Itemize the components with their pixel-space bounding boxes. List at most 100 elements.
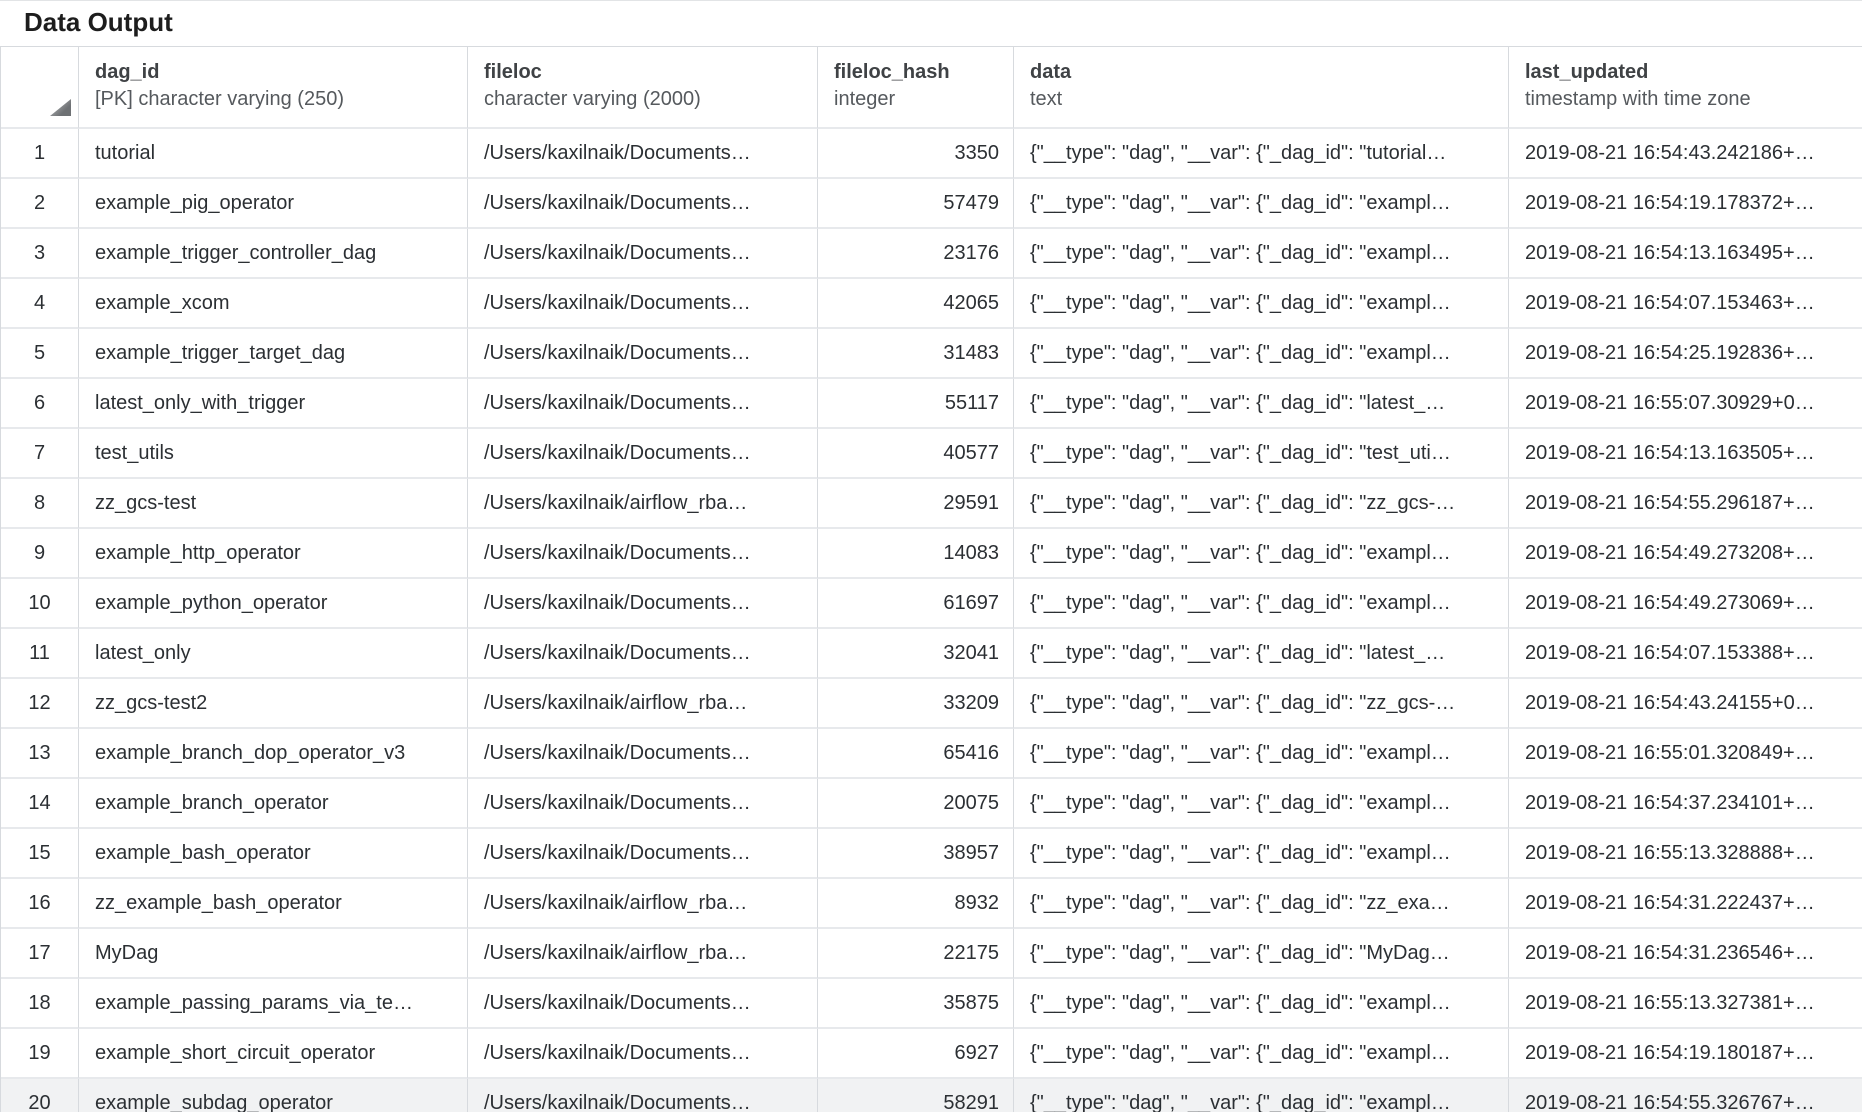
cell-fileloc-hash[interactable]: 6927 bbox=[818, 1029, 1014, 1079]
cell-dag-id[interactable]: zz_gcs-test bbox=[79, 479, 468, 529]
row-number[interactable]: 8 bbox=[1, 479, 79, 529]
row-number[interactable]: 16 bbox=[1, 879, 79, 929]
column-header-fileloc[interactable]: fileloc character varying (2000) bbox=[468, 46, 818, 129]
cell-dag-id[interactable]: zz_example_bash_operator bbox=[79, 879, 468, 929]
cell-dag-id[interactable]: example_subdag_operator bbox=[79, 1079, 468, 1112]
cell-last-updated[interactable]: 2019-08-21 16:54:49.273069+… bbox=[1509, 579, 1862, 629]
cell-dag-id[interactable]: example_pig_operator bbox=[79, 179, 468, 229]
cell-data[interactable]: {"__type": "dag", "__var": {"_dag_id": "… bbox=[1014, 579, 1509, 629]
cell-data[interactable]: {"__type": "dag", "__var": {"_dag_id": "… bbox=[1014, 1079, 1509, 1112]
cell-fileloc[interactable]: /Users/kaxilnaik/Documents… bbox=[468, 229, 818, 279]
cell-dag-id[interactable]: example_short_circuit_operator bbox=[79, 1029, 468, 1079]
cell-dag-id[interactable]: example_passing_params_via_te… bbox=[79, 979, 468, 1029]
cell-last-updated[interactable]: 2019-08-21 16:54:43.242186+… bbox=[1509, 129, 1862, 179]
cell-dag-id[interactable]: example_http_operator bbox=[79, 529, 468, 579]
cell-fileloc[interactable]: /Users/kaxilnaik/Documents… bbox=[468, 1079, 818, 1112]
cell-fileloc-hash[interactable]: 40577 bbox=[818, 429, 1014, 479]
cell-last-updated[interactable]: 2019-08-21 16:54:13.163495+… bbox=[1509, 229, 1862, 279]
cell-dag-id[interactable]: example_branch_operator bbox=[79, 779, 468, 829]
select-all-triangle-icon[interactable] bbox=[50, 99, 71, 116]
row-number[interactable]: 19 bbox=[1, 1029, 79, 1079]
cell-dag-id[interactable]: example_trigger_target_dag bbox=[79, 329, 468, 379]
cell-dag-id[interactable]: tutorial bbox=[79, 129, 468, 179]
cell-data[interactable]: {"__type": "dag", "__var": {"_dag_id": "… bbox=[1014, 779, 1509, 829]
cell-fileloc[interactable]: /Users/kaxilnaik/Documents… bbox=[468, 829, 818, 879]
cell-last-updated[interactable]: 2019-08-21 16:54:25.192836+… bbox=[1509, 329, 1862, 379]
cell-last-updated[interactable]: 2019-08-21 16:55:13.327381+… bbox=[1509, 979, 1862, 1029]
cell-data[interactable]: {"__type": "dag", "__var": {"_dag_id": "… bbox=[1014, 1029, 1509, 1079]
cell-fileloc-hash[interactable]: 3350 bbox=[818, 129, 1014, 179]
row-number[interactable]: 15 bbox=[1, 829, 79, 879]
cell-fileloc[interactable]: /Users/kaxilnaik/Documents… bbox=[468, 129, 818, 179]
select-all-header[interactable] bbox=[1, 46, 79, 129]
row-number[interactable]: 7 bbox=[1, 429, 79, 479]
row-number[interactable]: 20 bbox=[1, 1079, 79, 1112]
cell-data[interactable]: {"__type": "dag", "__var": {"_dag_id": "… bbox=[1014, 929, 1509, 979]
cell-fileloc-hash[interactable]: 33209 bbox=[818, 679, 1014, 729]
row-number[interactable]: 5 bbox=[1, 329, 79, 379]
row-number[interactable]: 1 bbox=[1, 129, 79, 179]
column-header-data[interactable]: data text bbox=[1014, 46, 1509, 129]
cell-data[interactable]: {"__type": "dag", "__var": {"_dag_id": "… bbox=[1014, 329, 1509, 379]
row-number[interactable]: 12 bbox=[1, 679, 79, 729]
cell-fileloc-hash[interactable]: 32041 bbox=[818, 629, 1014, 679]
cell-data[interactable]: {"__type": "dag", "__var": {"_dag_id": "… bbox=[1014, 729, 1509, 779]
row-number[interactable]: 13 bbox=[1, 729, 79, 779]
cell-fileloc[interactable]: /Users/kaxilnaik/Documents… bbox=[468, 579, 818, 629]
cell-last-updated[interactable]: 2019-08-21 16:55:01.320849+… bbox=[1509, 729, 1862, 779]
cell-last-updated[interactable]: 2019-08-21 16:54:55.326767+… bbox=[1509, 1079, 1862, 1112]
cell-dag-id[interactable]: example_branch_dop_operator_v3 bbox=[79, 729, 468, 779]
column-header-fileloc-hash[interactable]: fileloc_hash integer bbox=[818, 46, 1014, 129]
cell-last-updated[interactable]: 2019-08-21 16:54:19.178372+… bbox=[1509, 179, 1862, 229]
column-header-dag-id[interactable]: dag_id [PK] character varying (250) bbox=[79, 46, 468, 129]
cell-data[interactable]: {"__type": "dag", "__var": {"_dag_id": "… bbox=[1014, 979, 1509, 1029]
row-number[interactable]: 10 bbox=[1, 579, 79, 629]
cell-fileloc-hash[interactable]: 35875 bbox=[818, 979, 1014, 1029]
cell-fileloc[interactable]: /Users/kaxilnaik/airflow_rba… bbox=[468, 679, 818, 729]
cell-fileloc-hash[interactable]: 58291 bbox=[818, 1079, 1014, 1112]
cell-fileloc[interactable]: /Users/kaxilnaik/Documents… bbox=[468, 429, 818, 479]
cell-data[interactable]: {"__type": "dag", "__var": {"_dag_id": "… bbox=[1014, 679, 1509, 729]
cell-dag-id[interactable]: example_xcom bbox=[79, 279, 468, 329]
cell-dag-id[interactable]: latest_only bbox=[79, 629, 468, 679]
cell-fileloc-hash[interactable]: 23176 bbox=[818, 229, 1014, 279]
cell-last-updated[interactable]: 2019-08-21 16:54:37.234101+… bbox=[1509, 779, 1862, 829]
cell-fileloc[interactable]: /Users/kaxilnaik/Documents… bbox=[468, 1029, 818, 1079]
row-number[interactable]: 17 bbox=[1, 929, 79, 979]
cell-fileloc[interactable]: /Users/kaxilnaik/airflow_rba… bbox=[468, 479, 818, 529]
cell-fileloc-hash[interactable]: 42065 bbox=[818, 279, 1014, 329]
cell-fileloc[interactable]: /Users/kaxilnaik/Documents… bbox=[468, 379, 818, 429]
cell-data[interactable]: {"__type": "dag", "__var": {"_dag_id": "… bbox=[1014, 129, 1509, 179]
cell-dag-id[interactable]: example_bash_operator bbox=[79, 829, 468, 879]
cell-last-updated[interactable]: 2019-08-21 16:54:49.273208+… bbox=[1509, 529, 1862, 579]
cell-fileloc[interactable]: /Users/kaxilnaik/Documents… bbox=[468, 329, 818, 379]
cell-last-updated[interactable]: 2019-08-21 16:54:31.236546+… bbox=[1509, 929, 1862, 979]
cell-dag-id[interactable]: example_trigger_controller_dag bbox=[79, 229, 468, 279]
cell-data[interactable]: {"__type": "dag", "__var": {"_dag_id": "… bbox=[1014, 379, 1509, 429]
cell-data[interactable]: {"__type": "dag", "__var": {"_dag_id": "… bbox=[1014, 629, 1509, 679]
row-number[interactable]: 14 bbox=[1, 779, 79, 829]
cell-fileloc[interactable]: /Users/kaxilnaik/airflow_rba… bbox=[468, 879, 818, 929]
column-header-last-updated[interactable]: last_updated timestamp with time zone bbox=[1509, 46, 1862, 129]
cell-data[interactable]: {"__type": "dag", "__var": {"_dag_id": "… bbox=[1014, 479, 1509, 529]
cell-last-updated[interactable]: 2019-08-21 16:55:07.30929+0… bbox=[1509, 379, 1862, 429]
row-number[interactable]: 2 bbox=[1, 179, 79, 229]
cell-fileloc[interactable]: /Users/kaxilnaik/Documents… bbox=[468, 279, 818, 329]
row-number[interactable]: 11 bbox=[1, 629, 79, 679]
row-number[interactable]: 3 bbox=[1, 229, 79, 279]
cell-last-updated[interactable]: 2019-08-21 16:55:13.328888+… bbox=[1509, 829, 1862, 879]
cell-data[interactable]: {"__type": "dag", "__var": {"_dag_id": "… bbox=[1014, 529, 1509, 579]
cell-fileloc-hash[interactable]: 61697 bbox=[818, 579, 1014, 629]
cell-fileloc[interactable]: /Users/kaxilnaik/Documents… bbox=[468, 729, 818, 779]
cell-fileloc-hash[interactable]: 29591 bbox=[818, 479, 1014, 529]
cell-fileloc-hash[interactable]: 20075 bbox=[818, 779, 1014, 829]
cell-data[interactable]: {"__type": "dag", "__var": {"_dag_id": "… bbox=[1014, 829, 1509, 879]
cell-data[interactable]: {"__type": "dag", "__var": {"_dag_id": "… bbox=[1014, 279, 1509, 329]
cell-fileloc[interactable]: /Users/kaxilnaik/Documents… bbox=[468, 179, 818, 229]
cell-fileloc[interactable]: /Users/kaxilnaik/Documents… bbox=[468, 629, 818, 679]
cell-data[interactable]: {"__type": "dag", "__var": {"_dag_id": "… bbox=[1014, 179, 1509, 229]
cell-fileloc[interactable]: /Users/kaxilnaik/Documents… bbox=[468, 779, 818, 829]
row-number[interactable]: 4 bbox=[1, 279, 79, 329]
cell-last-updated[interactable]: 2019-08-21 16:54:19.180187+… bbox=[1509, 1029, 1862, 1079]
cell-fileloc-hash[interactable]: 31483 bbox=[818, 329, 1014, 379]
